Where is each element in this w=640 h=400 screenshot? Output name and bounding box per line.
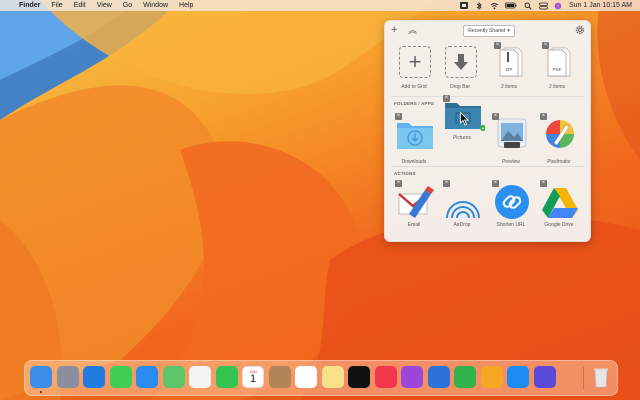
chevron-down-icon: ▾ <box>507 28 510 34</box>
pages-icon[interactable] <box>480 366 503 388</box>
facetime-icon[interactable] <box>215 366 238 388</box>
add-button[interactable]: + <box>391 25 397 36</box>
wifi-icon[interactable] <box>490 2 499 10</box>
menu-window[interactable]: Window <box>143 2 168 9</box>
tile-label: Add to Grid <box>401 84 427 90</box>
dock: JAN 1 <box>24 360 618 396</box>
folders-section-title: FOLDERS / APPS <box>394 101 435 106</box>
photos-icon[interactable] <box>189 366 211 388</box>
airdrop-icon <box>443 184 483 220</box>
numbers-icon[interactable] <box>454 366 476 388</box>
menu-view[interactable]: View <box>97 2 112 9</box>
tile-label: Pixelmator <box>547 159 571 165</box>
dropzone-icon[interactable] <box>459 2 468 9</box>
email-action-icon <box>395 184 435 220</box>
pdf-items-tile[interactable]: × PDF 2 items <box>534 42 580 108</box>
podcasts-icon[interactable] <box>401 366 423 388</box>
notes-icon[interactable] <box>321 366 344 388</box>
finder-icon[interactable] <box>30 366 52 393</box>
pdf-file-icon: PDF <box>542 46 574 78</box>
panel-toolbar: + ︽ Recently Shared ▾ <box>385 21 590 41</box>
tile-label: Pictures <box>452 135 472 141</box>
siri-icon[interactable] <box>554 2 562 10</box>
actions-section-title: ACTIONS <box>394 171 416 176</box>
shorten-url-icon <box>494 184 530 220</box>
plus-icon: + <box>399 46 431 78</box>
shorten-url-action-tile[interactable]: × Shorten URL <box>488 180 534 246</box>
menu-edit[interactable]: Edit <box>74 2 86 9</box>
tile-label: 2 items <box>500 84 518 90</box>
collapse-button[interactable]: ︽ <box>408 25 417 36</box>
google-drive-icon <box>540 184 580 220</box>
mouse-cursor-icon <box>460 111 469 126</box>
gear-icon <box>575 25 585 35</box>
menu-clock[interactable]: Sun 1 Jan 10:15 AM <box>569 2 632 9</box>
calendar-day: 1 <box>249 373 257 385</box>
add-to-grid-tile[interactable]: + Add to Grid <box>391 46 437 108</box>
tile-label: Preview <box>502 159 520 165</box>
zip-badge: ZIP <box>505 67 512 72</box>
tile-label: 2 items <box>548 84 566 90</box>
zip-items-tile[interactable]: × ZIP 2 items <box>486 42 532 108</box>
dropdown-value: Recently Shared <box>468 28 506 34</box>
preview-app-tile[interactable]: × Preview <box>488 113 534 179</box>
tile-label: Shorten URL <box>496 222 526 228</box>
menu-file[interactable]: File <box>51 2 62 9</box>
email-action-tile[interactable]: × Email <box>391 180 437 246</box>
running-indicator <box>40 391 42 393</box>
downloads-folder-icon <box>395 117 435 149</box>
search-icon[interactable] <box>524 2 532 10</box>
keynote-icon[interactable] <box>427 366 450 388</box>
tile-label: Google Drive <box>544 222 574 228</box>
mail-icon[interactable] <box>136 366 158 388</box>
menu-app-name[interactable]: Finder <box>19 2 40 9</box>
tile-label: Drop Bar <box>449 84 470 90</box>
messages-icon[interactable] <box>109 366 132 388</box>
app-store-icon[interactable] <box>507 366 529 388</box>
pixelmator-app-tile[interactable]: × Pixelmator <box>536 113 582 179</box>
dropzone-panel: + ︽ Recently Shared ▾ + Add to Grid Drop… <box>384 20 591 242</box>
pixelmator-app-icon <box>544 117 576 149</box>
airdrop-action-tile[interactable]: × AirDrop <box>439 180 485 246</box>
zip-file-icon: ZIP <box>494 46 526 78</box>
bluetooth-icon[interactable] <box>475 2 483 10</box>
divider <box>391 96 584 97</box>
battery-icon[interactable] <box>505 2 517 9</box>
tile-label: AirDrop <box>453 222 471 228</box>
contacts-icon[interactable] <box>268 366 291 388</box>
trash-icon[interactable] <box>590 366 612 388</box>
safari-icon[interactable] <box>83 366 105 388</box>
google-drive-action-tile[interactable]: × Google Drive <box>536 180 582 246</box>
downloads-folder-tile[interactable]: × Downloads <box>391 113 437 179</box>
music-icon[interactable] <box>374 366 397 388</box>
download-arrow-icon <box>445 46 477 78</box>
calendar-icon[interactable]: JAN 1 <box>242 366 264 388</box>
menu-help[interactable]: Help <box>179 2 193 9</box>
pdf-badge: PDF <box>553 67 562 72</box>
recently-shared-dropdown[interactable]: Recently Shared ▾ <box>463 25 515 37</box>
tile-label: Downloads <box>401 159 427 165</box>
preview-app-icon <box>496 117 528 149</box>
menu-go[interactable]: Go <box>123 2 132 9</box>
svg-text:+: + <box>482 126 485 132</box>
launchpad-icon[interactable] <box>56 366 79 388</box>
tile-label: Email <box>407 222 421 228</box>
shortcuts-icon[interactable] <box>533 366 556 388</box>
control-center-icon[interactable] <box>539 2 548 10</box>
tv-icon[interactable] <box>348 366 370 388</box>
settings-button[interactable] <box>575 25 585 38</box>
divider <box>391 166 584 167</box>
dock-separator <box>583 367 584 389</box>
menu-bar: Finder File Edit View Go Window Help Sun… <box>0 0 640 11</box>
reminders-icon[interactable] <box>295 366 317 388</box>
maps-icon[interactable] <box>162 366 185 388</box>
